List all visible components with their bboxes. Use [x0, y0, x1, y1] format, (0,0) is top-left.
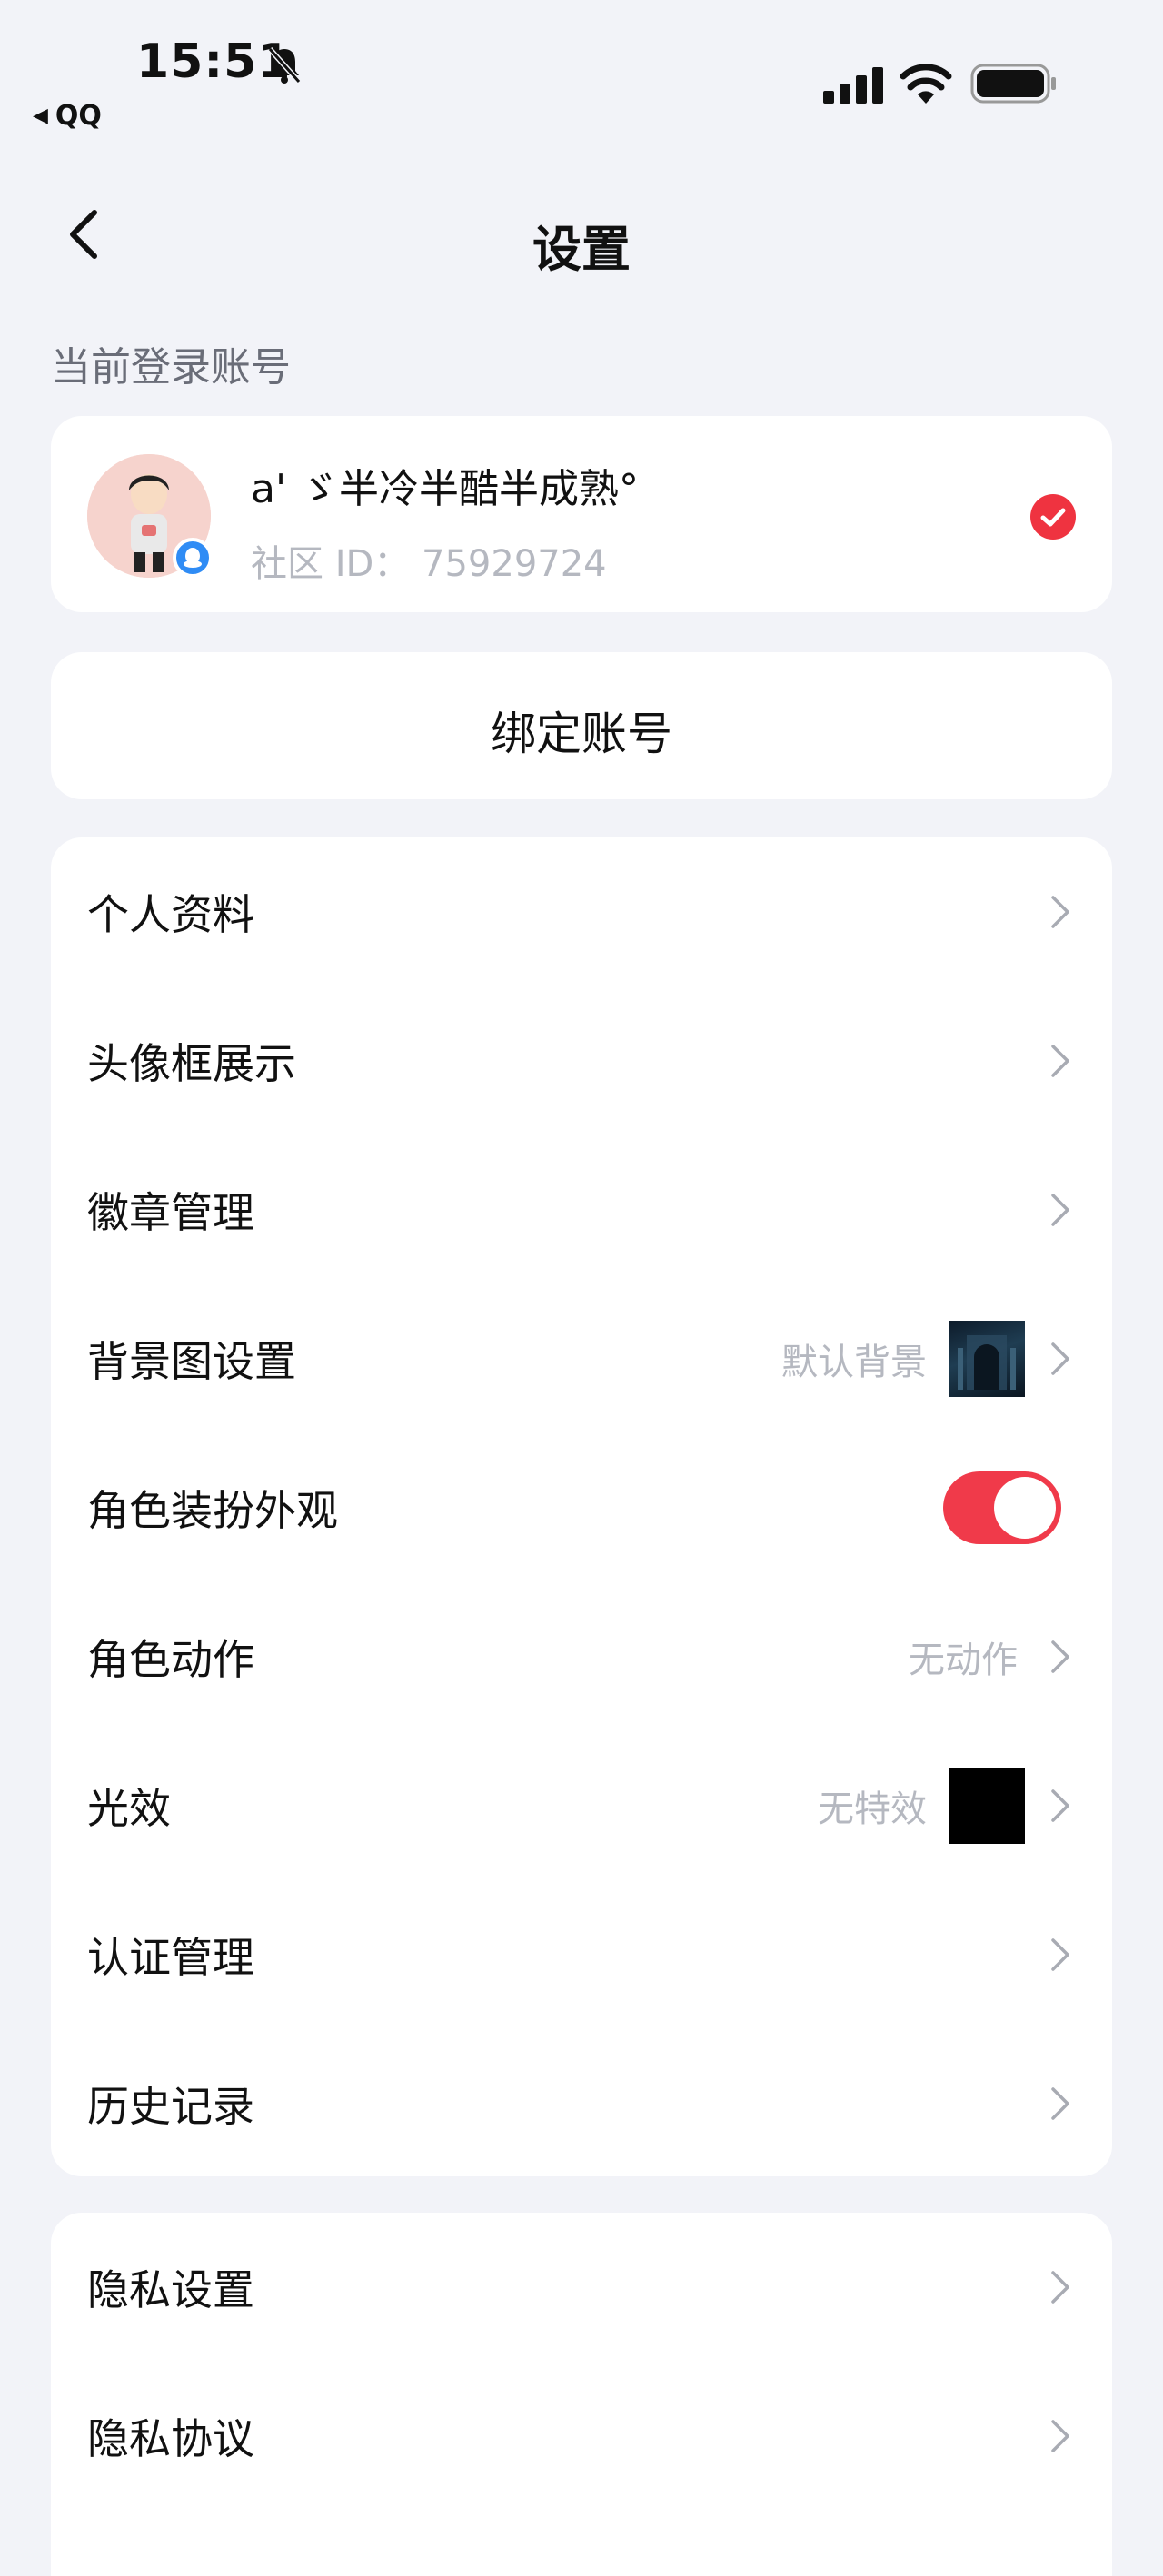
- menu-row-verification[interactable]: 认证管理: [51, 1880, 1112, 2029]
- chevron-right-icon: [1051, 1789, 1069, 1822]
- chevron-right-icon: [1051, 2087, 1069, 2120]
- qq-badge-icon: [173, 538, 213, 578]
- page-title: 设置: [532, 221, 631, 278]
- account-name: a' ゞ半冷半酷半成熟°: [251, 466, 640, 512]
- menu-label: 光效: [87, 1784, 171, 1833]
- menu-label: 隐私协议: [87, 2414, 254, 2463]
- status-bar: 15:51 ◀ QQ: [0, 0, 1163, 145]
- chevron-right-icon: [1051, 1342, 1069, 1375]
- menu-value: 无特效: [818, 1788, 927, 1830]
- bind-account-button[interactable]: 绑定账号: [51, 652, 1112, 799]
- menu-row-privacy-policy[interactable]: 隐私协议: [51, 2362, 1112, 2511]
- menu-label: 角色动作: [87, 1635, 254, 1684]
- menu-row-actions[interactable]: 角色动作 无动作: [51, 1582, 1112, 1731]
- menu-label: 背景图设置: [87, 1337, 296, 1386]
- menu-label: 头像框展示: [87, 1039, 296, 1088]
- menu-row-background[interactable]: 背景图设置 默认背景: [51, 1284, 1112, 1433]
- nav-bar: 设置: [0, 182, 1163, 291]
- background-thumbnail: [949, 1321, 1025, 1397]
- back-app-label: QQ: [55, 100, 102, 132]
- menu-label: 历史记录: [87, 2082, 254, 2131]
- effect-thumbnail: [949, 1768, 1025, 1844]
- menu-row-privacy-settings[interactable]: 隐私设置: [51, 2213, 1112, 2362]
- menu-row-light-effect[interactable]: 光效 无特效: [51, 1731, 1112, 1880]
- account-card[interactable]: a' ゞ半冷半酷半成熟° 社区 ID： 75929724: [51, 416, 1112, 612]
- menu-row-avatar-frame[interactable]: 头像框展示: [51, 986, 1112, 1135]
- menu-value: 无动作: [909, 1640, 1018, 1681]
- back-to-app[interactable]: ◀ QQ: [33, 100, 102, 132]
- settings-menu: 个人资料 头像框展示 徽章管理 背景图设置 默认背景 角色装扮外观 角色动作 无…: [51, 837, 1112, 2176]
- chevron-right-icon: [1051, 896, 1069, 928]
- chevron-right-icon: [1051, 1640, 1069, 1673]
- menu-row-profile[interactable]: 个人资料: [51, 837, 1112, 986]
- cellular-signal-icon: [823, 67, 883, 104]
- account-id: 社区 ID： 75929724: [251, 543, 607, 585]
- chevron-right-icon: [1051, 1045, 1069, 1077]
- menu-row-outfit-appearance: 角色装扮外观: [51, 1433, 1112, 1582]
- chevron-right-icon: [1051, 2420, 1069, 2452]
- menu-label: 徽章管理: [87, 1188, 254, 1237]
- selected-check-icon: [1030, 494, 1076, 540]
- bell-muted-icon: [267, 47, 302, 84]
- wifi-icon: [900, 64, 952, 104]
- chevron-right-icon: [1051, 2271, 1069, 2304]
- current-account-label: 当前登录账号: [51, 344, 291, 391]
- toggle-knob: [994, 1477, 1056, 1539]
- menu-value: 默认背景: [781, 1342, 927, 1383]
- chevron-right-icon: [1051, 1938, 1069, 1971]
- bind-account-label: 绑定账号: [491, 708, 672, 760]
- chevron-right-icon: [1051, 1194, 1069, 1226]
- menu-label: 个人资料: [87, 890, 254, 939]
- menu-row-history[interactable]: 历史记录: [51, 2029, 1112, 2178]
- outfit-appearance-toggle[interactable]: [943, 1471, 1061, 1544]
- menu-label: 隐私设置: [87, 2265, 254, 2314]
- battery-icon: [970, 64, 1056, 104]
- privacy-menu: 隐私设置 隐私协议: [51, 2213, 1112, 2576]
- back-triangle-icon: ◀: [33, 104, 48, 127]
- menu-label: 认证管理: [87, 1933, 254, 1982]
- menu-row-badges[interactable]: 徽章管理: [51, 1135, 1112, 1284]
- menu-label: 角色装扮外观: [87, 1486, 338, 1535]
